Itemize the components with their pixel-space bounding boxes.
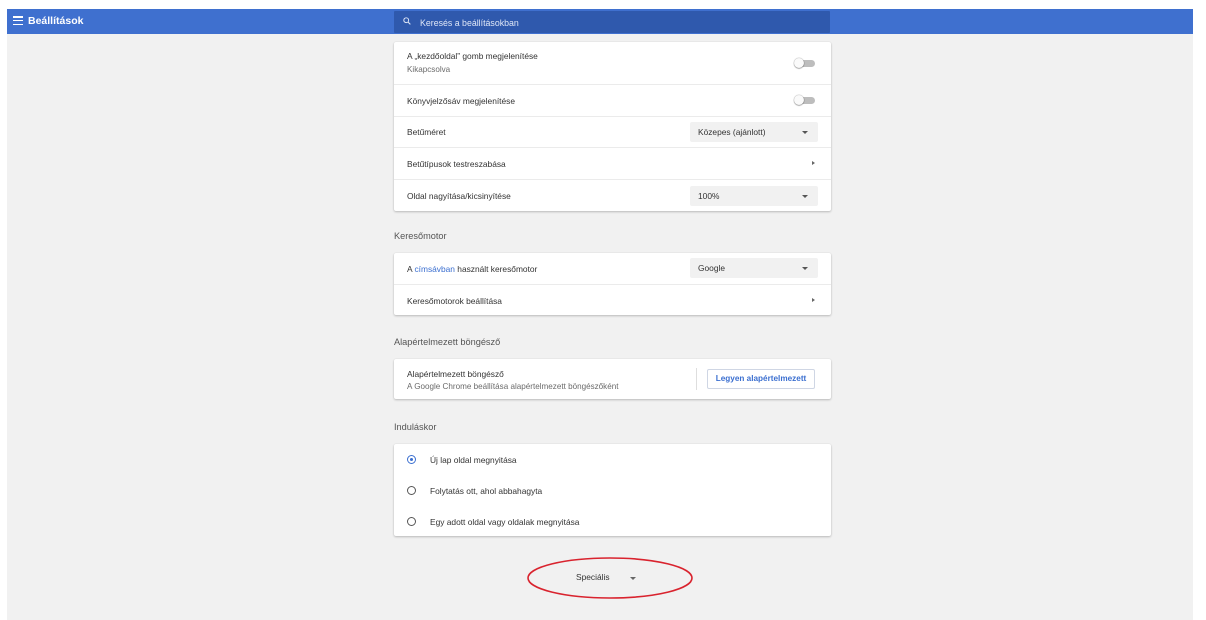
chevron-right-icon [812,298,815,302]
radio-unselected-icon[interactable] [407,486,416,495]
home-button-toggle[interactable] [794,58,816,68]
on-startup-heading: Induláskor [394,422,437,432]
default-browser-label: Alapértelmezett böngésző [407,369,504,379]
home-button-label: A „kezdőoldal” gomb megjelenítése [407,51,538,61]
divider [696,368,697,390]
page-title: Beállítások [28,15,84,27]
settings-window: Beállítások A „kezdőoldal” gomb megjelen… [7,9,1193,620]
bookmarks-bar-row[interactable]: Könyvjelzősáv megjelenítése [394,84,831,116]
page-zoom-label: Oldal nagyítása/kicsinyítése [407,191,511,201]
customize-fonts-label: Betűtípusok testreszabása [407,159,506,169]
search-engine-card: A címsávban használt keresőmotor Google … [394,253,831,315]
startup-option-label: Folytatás ott, ahol abbahagyta [430,486,543,496]
settings-header: Beállítások [7,9,1193,35]
search-input[interactable] [418,11,822,35]
search-engine-row: A címsávban használt keresőmotor Google [394,253,831,284]
search-engine-select[interactable]: Google [690,258,818,278]
hamburger-menu-icon[interactable] [13,16,23,26]
startup-option-specific-pages[interactable]: Egy adott oldal vagy oldalak megnyitása [394,506,831,536]
home-button-status: Kikapcsolva [407,65,451,74]
manage-search-engines-row[interactable]: Keresőmotorok beállítása [394,284,831,315]
search-engine-value: Google [698,263,726,273]
default-browser-description: A Google Chrome beállítása alapértelmeze… [407,382,619,391]
make-default-button[interactable]: Legyen alapértelmezett [707,369,815,389]
font-size-select[interactable]: Közepes (ajánlott) [690,122,818,142]
font-size-row: Betűméret Közepes (ajánlott) [394,116,831,147]
address-bar-link[interactable]: címsávban [414,264,455,274]
page-zoom-value: 100% [698,191,720,201]
bookmarks-bar-label: Könyvjelzősáv megjelenítése [407,96,516,106]
manage-search-engines-label: Keresőmotorok beállítása [407,296,502,306]
search-engine-label: A címsávban használt keresőmotor [407,264,538,274]
search-icon [403,17,411,25]
search-engine-heading: Keresőmotor [394,231,447,241]
default-browser-card: Alapértelmezett böngésző A Google Chrome… [394,359,831,399]
home-button-row[interactable]: A „kezdőoldal” gomb megjelenítése Kikapc… [394,42,831,84]
appearance-card: A „kezdőoldal” gomb megjelenítése Kikapc… [394,42,831,211]
radio-unselected-icon[interactable] [407,517,416,526]
startup-option-new-tab[interactable]: Új lap oldal megnyitása [394,444,831,475]
bookmarks-bar-toggle[interactable] [794,95,816,105]
page-zoom-select[interactable]: 100% [690,186,818,206]
dropdown-arrow-icon [802,267,808,270]
startup-option-label: Egy adott oldal vagy oldalak megnyitása [430,517,580,527]
annotation-ellipse [527,557,693,599]
chevron-right-icon [812,161,815,165]
page-zoom-row: Oldal nagyítása/kicsinyítése 100% [394,179,831,211]
search-box[interactable] [394,11,830,35]
customize-fonts-row[interactable]: Betűtípusok testreszabása [394,147,831,179]
font-size-value: Közepes (ajánlott) [698,127,766,137]
font-size-label: Betűméret [407,127,446,137]
startup-option-label: Új lap oldal megnyitása [430,455,517,465]
on-startup-card: Új lap oldal megnyitása Folytatás ott, a… [394,444,831,536]
default-browser-heading: Alapértelmezett böngésző [394,337,501,347]
dropdown-arrow-icon [802,131,808,134]
dropdown-arrow-icon [802,195,808,198]
startup-option-continue[interactable]: Folytatás ott, ahol abbahagyta [394,475,831,506]
radio-selected-icon[interactable] [407,455,416,464]
